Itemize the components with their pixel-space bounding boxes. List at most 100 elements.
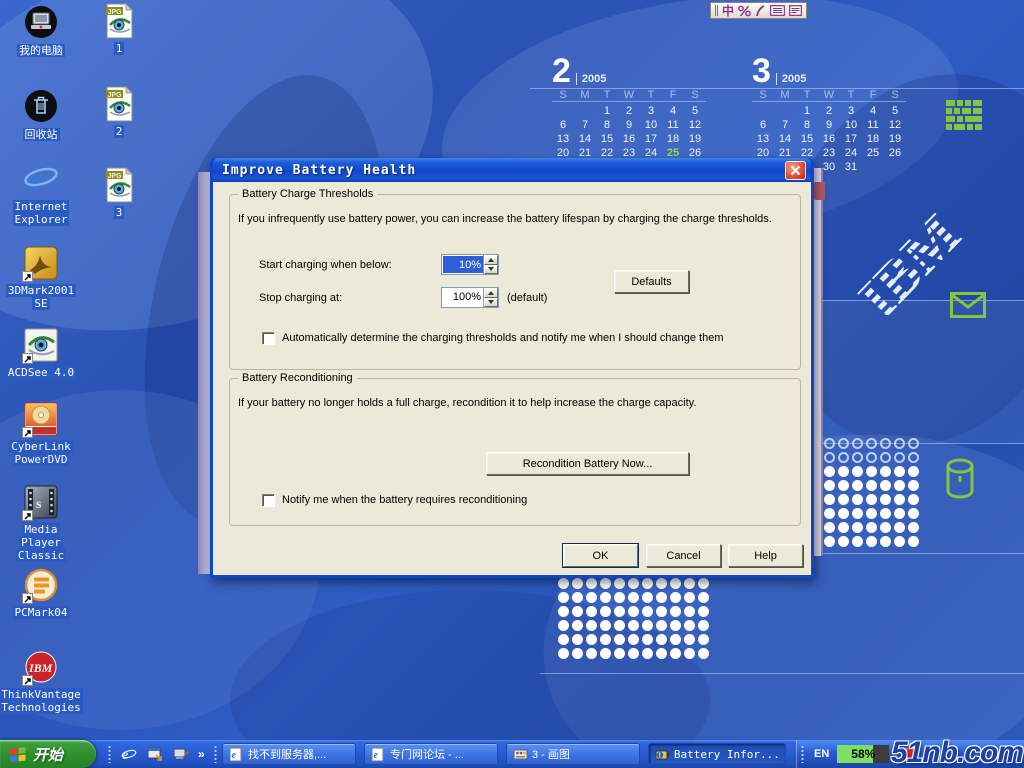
wallpaper-dot — [824, 466, 835, 477]
task-button-battery-information[interactable]: ! Battery Infor... — [648, 743, 786, 765]
desktop-icon-acdsee[interactable]: ACDSee 4.0 — [2, 326, 80, 379]
wallpaper-dot — [908, 508, 919, 519]
ime-menu-icon[interactable] — [789, 5, 802, 16]
icon-label: 1 — [114, 42, 125, 55]
recondition-battery-button[interactable]: Recondition Battery Now... — [486, 452, 689, 475]
svg-text:s: s — [36, 497, 42, 512]
calendar-day: 15 — [796, 132, 818, 146]
calendar-day — [552, 104, 574, 118]
wallpaper-dot — [586, 606, 597, 617]
wallpaper-dot — [684, 634, 695, 645]
wallpaper-dot — [866, 452, 877, 463]
calendar-day: 18 — [662, 132, 684, 146]
task-button-server-not-found[interactable]: e 找不到服务器,... — [222, 743, 356, 765]
spin-down-button[interactable] — [484, 298, 498, 308]
help-button[interactable]: Help — [728, 544, 803, 567]
calendar-day: 11 — [862, 118, 884, 132]
wallpaper-dot — [824, 508, 835, 519]
calendar-day: 19 — [884, 132, 906, 146]
wallpaper-dot — [684, 578, 695, 589]
cancel-button[interactable]: Cancel — [646, 544, 721, 567]
dialog-body: Battery Charge Thresholds If you infrequ… — [213, 182, 811, 575]
ime-punctuation-icon[interactable] — [755, 5, 766, 17]
defaults-button[interactable]: Defaults — [614, 270, 689, 293]
wallpaper-dot — [866, 508, 877, 519]
desktop-icon-my-computer[interactable]: 我的电脑 — [2, 4, 80, 57]
desktop-icon-jpg-3[interactable]: JPG 3 — [80, 166, 158, 219]
wallpaper-dot — [670, 606, 681, 617]
desktop-icon-jpg-2[interactable]: JPG 2 — [80, 85, 158, 138]
spin-up-button[interactable] — [484, 255, 498, 265]
desktop-icon-thinkvantage[interactable]: IBM ThinkVantage Technologies — [2, 648, 80, 714]
calendar-day-header: F — [862, 88, 884, 102]
wallpaper-dot — [642, 578, 653, 589]
calendar-day: 4 — [862, 104, 884, 118]
task-button-forum[interactable]: e 专门网论坛 - ... — [364, 743, 498, 765]
toolbar-separator[interactable] — [108, 745, 111, 763]
stop-charging-spinner[interactable]: 100% — [441, 287, 499, 308]
svg-text:JPG: JPG — [108, 9, 123, 16]
icon-label: 2 — [114, 125, 125, 138]
wallpaper-dot — [670, 592, 681, 603]
wallpaper-dot — [586, 648, 597, 659]
battery-percent: 58% — [837, 745, 889, 763]
language-indicator[interactable]: EN — [814, 748, 829, 760]
ime-soft-keyboard-icon[interactable] — [770, 5, 785, 16]
wallpaper-dot — [880, 466, 891, 477]
spin-down-button[interactable] — [484, 265, 498, 275]
notify-reconditioning-checkbox[interactable] — [262, 494, 275, 507]
dialog-titlebar[interactable]: Improve Battery Health — [213, 158, 811, 182]
battery-charge-thresholds-group: Battery Charge Thresholds If you infrequ… — [229, 194, 801, 370]
spin-up-button[interactable] — [484, 288, 498, 298]
wallpaper-dot — [642, 620, 653, 631]
calendar-day: 31 — [840, 160, 862, 174]
calendar-day: 23 — [818, 146, 840, 160]
quick-launch-show-desktop-icon[interactable] — [172, 746, 189, 763]
desktop-icon-recycle-bin[interactable]: 回收站 — [2, 88, 80, 141]
calendar-day: 12 — [684, 118, 706, 132]
icon-label: PCMark04 — [13, 606, 70, 619]
shortcut-arrow-icon — [22, 353, 33, 364]
desktop-icon-media-player-classic[interactable]: s Media Player Classic — [2, 483, 80, 562]
quick-launch-overflow-chevron[interactable]: » — [198, 747, 205, 761]
wallpaper-dot — [684, 648, 695, 659]
ime-language-bar[interactable]: 中 — [710, 2, 807, 19]
wallpaper-dot — [586, 592, 597, 603]
taskbar: 开始 e » e 找不到服务器,... e 专门网论坛 - ... 3 - 画图… — [0, 740, 1024, 768]
start-button[interactable]: 开始 — [0, 740, 96, 768]
wallpaper-dot — [572, 620, 583, 631]
calendar-day-header: W — [618, 88, 640, 102]
wallpaper-dot — [824, 452, 835, 463]
wallpaper-dot — [894, 522, 905, 533]
ime-fullwidth-icon[interactable] — [738, 5, 751, 17]
desktop-icon-pcmark04[interactable]: PCMark04 — [2, 566, 80, 619]
quick-launch-window-icon[interactable] — [146, 746, 163, 763]
start-charging-spinner[interactable]: 10% — [441, 254, 499, 275]
calendar-year: 2005 — [576, 73, 606, 85]
windows-logo-icon — [8, 745, 28, 763]
close-icon[interactable] — [785, 161, 806, 180]
ime-input-mode-button[interactable]: 中 — [722, 5, 734, 17]
start-charging-value[interactable]: 10% — [443, 256, 483, 273]
quick-launch-ie-icon[interactable]: e — [120, 746, 137, 763]
wallpaper-dot — [572, 606, 583, 617]
toolbar-separator[interactable] — [214, 745, 217, 763]
wallpaper-dot — [866, 438, 877, 449]
desktop-icon-jpg-1[interactable]: JPG 1 — [80, 2, 158, 55]
ok-button[interactable]: OK — [563, 544, 638, 567]
stop-charging-value[interactable]: 100% — [442, 288, 483, 307]
auto-thresholds-checkbox[interactable] — [262, 332, 275, 345]
ime-drag-handle[interactable] — [715, 5, 718, 16]
wallpaper-dot — [824, 480, 835, 491]
calendar-day: 8 — [796, 118, 818, 132]
desktop-icon-internet-explorer[interactable]: e Internet Explorer — [2, 160, 80, 226]
wallpaper-calendar-february: 2 2005 SMTWTFS12345678910111213141516171… — [552, 56, 710, 174]
svg-text:e: e — [28, 164, 41, 197]
desktop-icon-3dmark2001[interactable]: 3DMark2001 SE — [2, 244, 80, 310]
wallpaper-dot — [684, 620, 695, 631]
task-button-paint[interactable]: 3 - 画图 — [506, 743, 640, 765]
battery-gauge[interactable]: 58% — [837, 745, 889, 763]
calendar-day: 17 — [640, 132, 662, 146]
desktop-icon-powerdvd[interactable]: CyberLink PowerDVD — [2, 400, 80, 466]
background-window-edge-right — [814, 168, 823, 556]
